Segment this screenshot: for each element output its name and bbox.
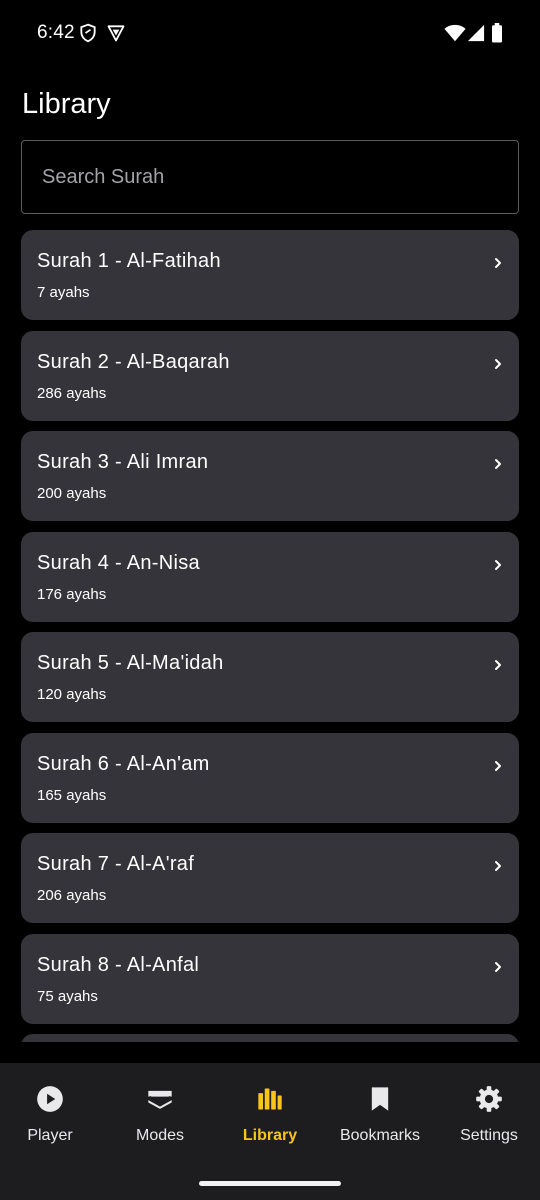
vpn-icon: [106, 23, 126, 43]
battery-icon: [491, 23, 503, 43]
surah-item[interactable]: [21, 1034, 519, 1042]
nav-item-library[interactable]: Library: [216, 1063, 324, 1163]
nav-item-player[interactable]: Player: [0, 1063, 104, 1163]
search-box[interactable]: [21, 140, 519, 214]
nav-label: Library: [242, 1127, 298, 1144]
nav-item-bookmarks[interactable]: Bookmarks: [326, 1063, 434, 1163]
surah-item[interactable]: Surah 6 - Al-An'am 165 ayahs: [21, 732, 519, 823]
gear-icon: [475, 1085, 503, 1113]
chevron-right-icon: [493, 657, 503, 673]
surah-item[interactable]: Surah 1 - Al-Fatihah 7 ayahs: [21, 230, 519, 320]
library-screen: 6:42 Library Surah 1 - Al-Fatihah 7 ayah…: [0, 0, 540, 1200]
chevron-right-icon: [493, 255, 503, 271]
status-bar: 6:42: [0, 0, 540, 68]
nav-label: Modes: [135, 1127, 185, 1144]
surah-title: Surah 3 - Ali Imran: [37, 451, 209, 473]
surah-item[interactable]: Surah 4 - An-Nisa 176 ayahs: [21, 531, 519, 622]
surah-ayah-count: 165 ayahs: [37, 786, 107, 804]
nav-item-modes[interactable]: Modes: [106, 1063, 214, 1163]
library-icon: [256, 1085, 284, 1113]
surah-item[interactable]: Surah 2 - Al-Baqarah 286 ayahs: [21, 330, 519, 421]
chevron-right-icon: [493, 356, 503, 372]
nav-item-settings[interactable]: Settings: [435, 1063, 540, 1163]
surah-item[interactable]: Surah 5 - Al-Ma'idah 120 ayahs: [21, 632, 519, 722]
search-input[interactable]: [22, 141, 518, 213]
wifi-icon: [444, 23, 466, 43]
cellular-signal-icon: [467, 23, 485, 43]
surah-ayah-count: 176 ayahs: [37, 585, 107, 603]
surah-title: Surah 2 - Al-Baqarah: [37, 350, 230, 373]
bottom-navigation: Player Modes Library Bookmarks Settings: [0, 1063, 540, 1200]
surah-ayah-count: 120 ayahs: [37, 686, 107, 703]
chevron-right-icon: [493, 456, 503, 472]
surah-ayah-count: 75 ayahs: [37, 987, 98, 1005]
status-time: 6:42: [37, 22, 75, 43]
chevron-right-icon: [493, 858, 503, 874]
surah-title: Surah 1 - Al-Fatihah: [37, 250, 221, 272]
nav-label: Settings: [460, 1127, 518, 1144]
surah-title: Surah 5 - Al-Ma'idah: [37, 652, 224, 674]
surah-item[interactable]: Surah 8 - Al-Anfal 75 ayahs: [21, 933, 519, 1024]
surah-list-container[interactable]: Surah 1 - Al-Fatihah 7 ayahs Surah 2 - A…: [21, 230, 519, 1042]
chevron-right-icon: [493, 557, 503, 573]
surah-title: Surah 6 - Al-An'am: [37, 752, 210, 775]
chevron-right-icon: [493, 959, 503, 975]
surah-ayah-count: 286 ayahs: [37, 384, 107, 402]
surah-item[interactable]: Surah 7 - Al-A'raf 206 ayahs: [21, 833, 519, 923]
surah-title: Surah 4 - An-Nisa: [37, 551, 200, 574]
home-indicator[interactable]: [199, 1181, 341, 1186]
chevron-right-icon: [493, 758, 503, 774]
surah-title: Surah 8 - Al-Anfal: [37, 953, 200, 976]
surah-ayah-count: 200 ayahs: [37, 485, 107, 502]
surah-ayah-count: 206 ayahs: [37, 887, 107, 904]
play-circle-icon: [36, 1085, 64, 1113]
page-title: Library: [22, 88, 111, 120]
bookmark-icon: [366, 1085, 394, 1113]
surah-list: Surah 1 - Al-Fatihah 7 ayahs Surah 2 - A…: [21, 230, 519, 1042]
layers-icon: [146, 1085, 174, 1113]
surah-title: Surah 7 - Al-A'raf: [37, 853, 195, 875]
shield-icon: [78, 23, 98, 43]
nav-label: Player: [27, 1127, 73, 1144]
surah-ayah-count: 7 ayahs: [37, 284, 90, 301]
surah-item[interactable]: Surah 3 - Ali Imran 200 ayahs: [21, 431, 519, 521]
nav-label: Bookmarks: [339, 1127, 421, 1144]
